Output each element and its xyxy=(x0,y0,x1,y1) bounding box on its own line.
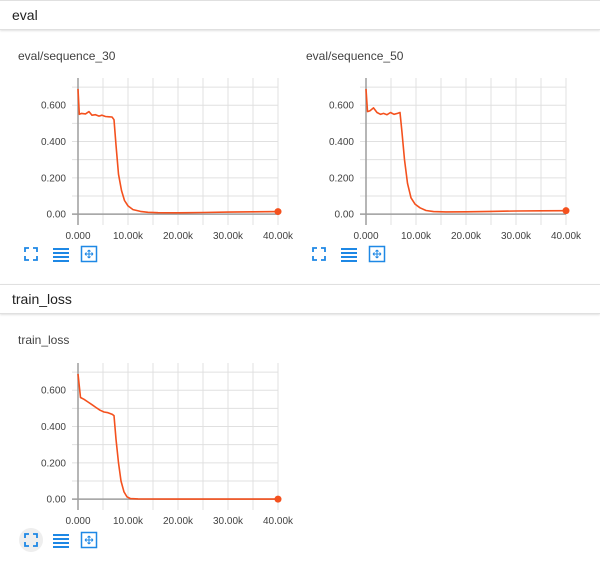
y-tick-label: 0.200 xyxy=(41,458,66,469)
log-scale-button[interactable] xyxy=(77,528,101,552)
log-scale-button[interactable] xyxy=(77,242,101,266)
y-tick-label: 0.600 xyxy=(329,101,354,112)
last-point-marker xyxy=(562,207,570,215)
y-tick-label: 0.00 xyxy=(47,495,67,506)
x-tick-label: 10.00k xyxy=(401,231,432,242)
chart-toolbar xyxy=(16,242,106,263)
x-tick-label: 30.00k xyxy=(213,231,244,242)
line-chart[interactable]: 0.00 0.200 0.400 0.600 0.000 10.00k 20.00k 30.0… xyxy=(0,325,294,535)
data-table-button[interactable] xyxy=(49,242,73,266)
x-tick-label: 30.00k xyxy=(501,231,532,242)
chart-card-sequence-30: eval/sequence_30 0.00 0.200 0.400 0.600 0.00… xyxy=(0,40,294,270)
log-scale-icon xyxy=(368,245,386,263)
y-tick-label: 0.400 xyxy=(41,137,66,148)
log-scale-button[interactable] xyxy=(365,242,389,266)
y-tick-label: 0.600 xyxy=(41,386,66,397)
log-scale-icon xyxy=(80,531,98,549)
x-tick-label: 40.00k xyxy=(551,231,582,242)
data-table-button[interactable] xyxy=(337,242,361,266)
y-tick-label: 0.200 xyxy=(41,173,66,184)
x-tick-label: 0.000 xyxy=(353,231,378,242)
section-header-eval[interactable]: eval xyxy=(0,0,600,30)
y-tick-label: 0.400 xyxy=(329,137,354,148)
log-scale-icon xyxy=(80,245,98,263)
last-point-marker xyxy=(274,208,282,216)
data-table-icon xyxy=(53,534,69,548)
x-tick-label: 30.00k xyxy=(213,516,244,527)
data-table-button[interactable] xyxy=(49,528,73,552)
chart-toolbar xyxy=(304,242,394,263)
x-tick-label: 20.00k xyxy=(163,516,194,527)
chart-toolbar xyxy=(16,528,106,552)
y-tick-label: 0.400 xyxy=(41,422,66,433)
section-title: train_loss xyxy=(12,291,72,307)
section-title: eval xyxy=(12,7,38,23)
fit-domain-button[interactable] xyxy=(19,242,43,266)
fit-domain-icon xyxy=(312,247,326,261)
fit-domain-button[interactable] xyxy=(19,528,43,552)
fit-domain-button[interactable] xyxy=(307,242,331,266)
y-tick-label: 0.200 xyxy=(329,173,354,184)
last-point-marker xyxy=(274,495,282,503)
x-tick-label: 0.000 xyxy=(65,231,90,242)
x-tick-label: 40.00k xyxy=(263,516,294,527)
line-chart[interactable]: 0.00 0.200 0.400 0.600 0.000 10.00k 20.00k 30.0… xyxy=(288,40,582,250)
y-tick-label: 0.00 xyxy=(47,210,67,221)
x-tick-label: 20.00k xyxy=(451,231,482,242)
fit-domain-icon xyxy=(24,533,38,547)
y-tick-label: 0.00 xyxy=(335,210,355,221)
chart-card-train-loss: train_loss 0.00 0.200 0.400 0.600 0.000 10.00… xyxy=(0,325,294,555)
x-tick-label: 0.000 xyxy=(65,516,90,527)
section-header-train-loss[interactable]: train_loss xyxy=(0,284,600,314)
chart-card-sequence-50: eval/sequence_50 0.00 0.200 0.400 0.600 0.00… xyxy=(288,40,582,270)
fit-domain-icon xyxy=(24,247,38,261)
data-table-icon xyxy=(341,248,357,262)
line-chart[interactable]: 0.00 0.200 0.400 0.600 0.000 10.00k 20.00k 30.0… xyxy=(0,40,294,250)
x-tick-label: 20.00k xyxy=(163,231,194,242)
x-tick-label: 10.00k xyxy=(113,516,144,527)
data-table-icon xyxy=(53,248,69,262)
x-tick-label: 10.00k xyxy=(113,231,144,242)
y-tick-label: 0.600 xyxy=(41,101,66,112)
